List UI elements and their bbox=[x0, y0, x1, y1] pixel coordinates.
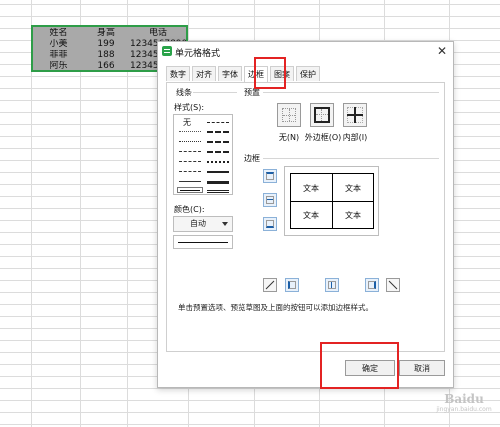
hint-text: 单击预置选项、预览草图及上面的按钮可以添加边框样式。 bbox=[178, 303, 373, 312]
grid-row-line bbox=[0, 412, 500, 413]
border-left-button[interactable] bbox=[285, 278, 299, 292]
line-style-option[interactable] bbox=[179, 131, 201, 134]
table-cell[interactable]: 菲菲 bbox=[35, 50, 82, 61]
preview-grid[interactable]: 文本 文本 文本 文本 bbox=[290, 173, 374, 229]
line-preview bbox=[173, 235, 233, 249]
line-group-label: 线条 bbox=[176, 88, 192, 97]
tab-number[interactable]: 数字 bbox=[166, 66, 190, 81]
line-style-option[interactable] bbox=[207, 190, 229, 195]
grid-row-line bbox=[0, 388, 500, 389]
line-style-option[interactable] bbox=[179, 151, 201, 154]
line-style-option[interactable] bbox=[207, 141, 229, 145]
presets-separator bbox=[263, 92, 439, 93]
color-dropdown[interactable]: 自动 bbox=[173, 216, 233, 232]
grid-row-line bbox=[0, 4, 500, 5]
line-style-option[interactable] bbox=[207, 151, 229, 155]
color-label: 颜色(C): bbox=[174, 205, 205, 214]
line-style-option[interactable] bbox=[179, 171, 201, 174]
preview-text: 文本 bbox=[345, 211, 361, 220]
tab-font[interactable]: 字体 bbox=[218, 66, 242, 81]
grid-row-line bbox=[0, 400, 500, 401]
table-cell[interactable]: 199 bbox=[84, 39, 128, 50]
preview-text: 文本 bbox=[303, 184, 319, 193]
table-cell[interactable]: 166 bbox=[84, 61, 128, 72]
app-icon bbox=[162, 46, 172, 56]
border-center-icon bbox=[328, 281, 336, 289]
border-right-icon bbox=[368, 281, 376, 289]
line-group-separator bbox=[193, 92, 237, 93]
table-cell[interactable]: 188 bbox=[84, 50, 128, 61]
header-cell-phone[interactable]: 电话 bbox=[130, 28, 186, 39]
line-style-option[interactable] bbox=[207, 122, 229, 125]
border-right-button[interactable] bbox=[365, 278, 379, 292]
line-style-option[interactable] bbox=[179, 161, 201, 164]
watermark-logo: Baidu bbox=[444, 392, 484, 406]
preset-inside-button[interactable] bbox=[343, 103, 367, 127]
cancel-button[interactable]: 取消 bbox=[399, 360, 445, 376]
line-style-option[interactable] bbox=[179, 141, 201, 144]
header-cell-name[interactable]: 姓名 bbox=[35, 28, 82, 39]
diagonal-down-button[interactable] bbox=[386, 278, 400, 292]
preset-inside-label: 内部(I) bbox=[342, 133, 368, 142]
inside-border-icon bbox=[347, 107, 363, 123]
preset-none-button[interactable] bbox=[277, 103, 301, 127]
format-cells-dialog: 单元格格式 ✕ 数字 对齐 字体 边框 图案 保护 线条 样式(S): 无 颜色… bbox=[157, 41, 454, 388]
preset-outline-button[interactable] bbox=[310, 103, 334, 127]
border-top-icon bbox=[266, 172, 274, 180]
line-style-option[interactable] bbox=[207, 161, 229, 165]
line-style-option[interactable] bbox=[207, 131, 229, 135]
border-label: 边框 bbox=[244, 154, 260, 163]
watermark-url: jingyan.baidu.com bbox=[436, 406, 492, 413]
line-style-selected[interactable] bbox=[177, 187, 203, 193]
border-separator bbox=[263, 158, 439, 159]
ok-button[interactable]: 确定 bbox=[345, 360, 395, 376]
border-bottom-button[interactable] bbox=[263, 217, 277, 231]
border-preview[interactable]: 文本 文本 文本 文本 bbox=[284, 166, 379, 236]
line-style-option[interactable] bbox=[207, 171, 229, 175]
tab-pattern[interactable]: 图案 bbox=[270, 66, 294, 81]
grid-row-line bbox=[0, 424, 500, 425]
table-cell[interactable]: 阿乐 bbox=[35, 61, 82, 72]
border-middle-icon bbox=[266, 196, 274, 204]
border-center-button[interactable] bbox=[325, 278, 339, 292]
table-cell[interactable]: 小美 bbox=[35, 39, 82, 50]
tab-border[interactable]: 边框 bbox=[244, 66, 268, 82]
watermark: Baidu jingyan.baidu.com bbox=[434, 392, 494, 413]
preview-text: 文本 bbox=[345, 184, 361, 193]
diagonal-down-icon bbox=[388, 280, 398, 290]
line-style-list[interactable]: 无 bbox=[173, 114, 233, 195]
border-bottom-icon bbox=[266, 220, 274, 228]
outline-border-icon bbox=[314, 107, 330, 123]
dialog-title: 单元格格式 bbox=[175, 49, 221, 59]
line-style-option[interactable] bbox=[207, 181, 229, 186]
tab-protection[interactable]: 保护 bbox=[296, 66, 320, 81]
line-style-none[interactable]: 无 bbox=[183, 117, 191, 128]
grid-row-line bbox=[0, 16, 500, 17]
presets-label: 预置 bbox=[244, 88, 260, 97]
diagonal-up-icon bbox=[265, 280, 275, 290]
no-border-icon bbox=[282, 108, 296, 122]
close-icon: ✕ bbox=[436, 44, 448, 58]
border-tab-panel: 线条 样式(S): 无 颜色(C): 自动 预置 无(N) 外边框(O) 内部(… bbox=[166, 82, 445, 352]
border-top-button[interactable] bbox=[263, 169, 277, 183]
border-middle-button[interactable] bbox=[263, 193, 277, 207]
header-cell-height[interactable]: 身高 bbox=[84, 28, 128, 39]
line-style-option[interactable] bbox=[179, 181, 201, 184]
preview-text: 文本 bbox=[303, 211, 319, 220]
dialog-titlebar[interactable]: 单元格格式 ✕ bbox=[158, 42, 453, 61]
diagonal-up-button[interactable] bbox=[263, 278, 277, 292]
border-left-icon bbox=[288, 281, 296, 289]
tab-alignment[interactable]: 对齐 bbox=[192, 66, 216, 81]
close-button[interactable]: ✕ bbox=[435, 43, 449, 59]
chevron-down-icon bbox=[222, 222, 228, 226]
color-value: 自动 bbox=[190, 219, 206, 228]
style-label: 样式(S): bbox=[174, 103, 205, 112]
